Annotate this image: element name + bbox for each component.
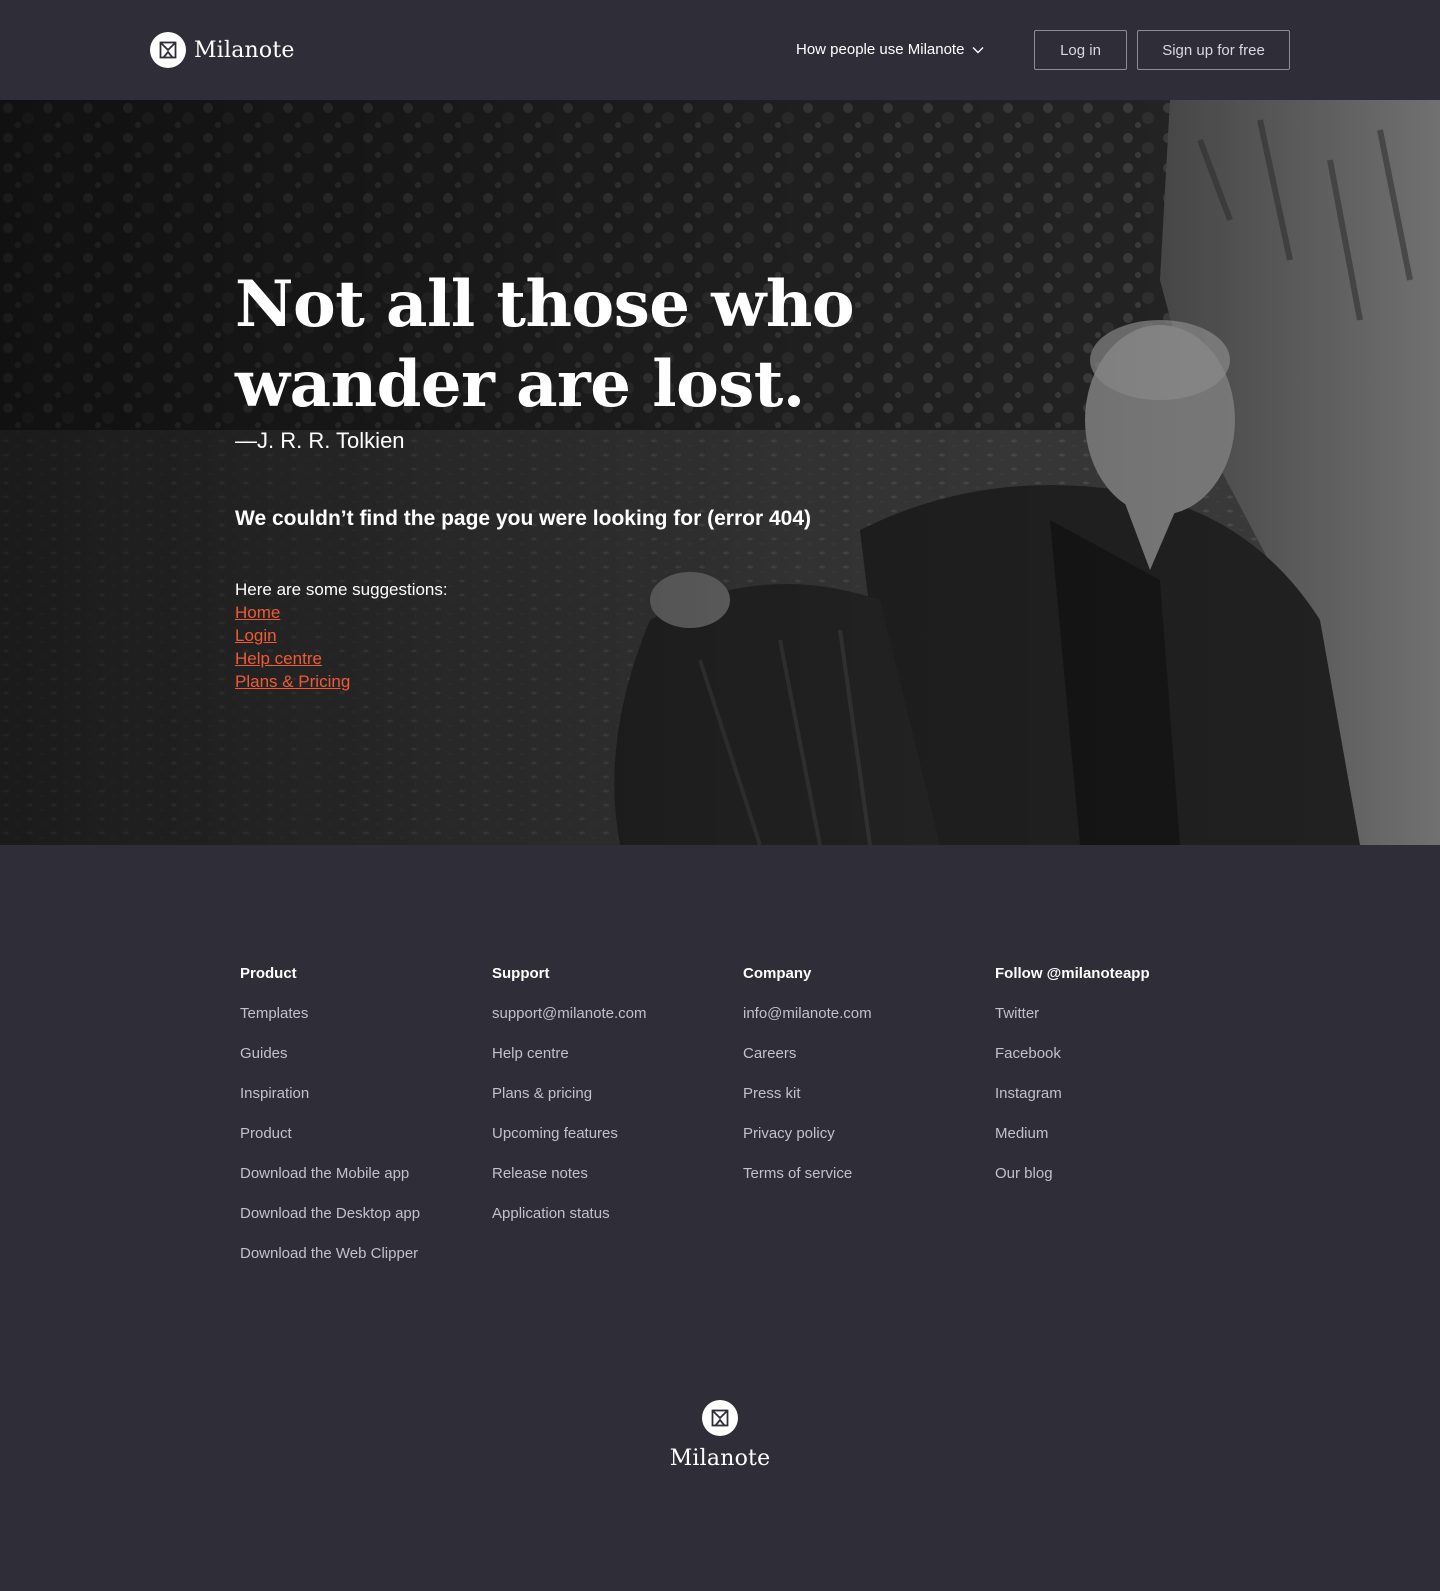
footer-heading: Product: [240, 965, 297, 982]
footer-link[interactable]: Guides: [240, 1044, 480, 1064]
footer-link[interactable]: Facebook: [995, 1044, 1235, 1064]
footer-link[interactable]: Privacy policy: [743, 1124, 983, 1144]
footer-link[interactable]: Instagram: [995, 1084, 1235, 1104]
footer-link[interactable]: support@milanote.com: [492, 1004, 732, 1024]
footer-link[interactable]: Medium: [995, 1124, 1235, 1144]
footer-brand: Milanote: [0, 1400, 1440, 1471]
milanote-logo-icon[interactable]: [702, 1400, 738, 1436]
footer-link[interactable]: Our blog: [995, 1164, 1235, 1184]
footer-link[interactable]: Product: [240, 1124, 480, 1144]
footer-brand-name: Milanote: [669, 1446, 771, 1471]
footer-column-support: Support support@milanote.com Help centre…: [492, 964, 732, 1244]
quote-line-1: Not all those who: [235, 267, 855, 342]
footer-column-company: Company info@milanote.com Careers Press …: [743, 964, 983, 1204]
error-message: We couldn’t find the page you were looki…: [235, 507, 812, 530]
footer-link[interactable]: Application status: [492, 1204, 732, 1224]
how-people-use-dropdown[interactable]: How people use Milanote: [796, 38, 984, 60]
site-header: Milanote How people use Milanote Log in …: [0, 0, 1440, 100]
footer-column-follow: Follow @milanoteapp Twitter Facebook Ins…: [995, 964, 1235, 1204]
brand-logo-link[interactable]: Milanote: [150, 31, 295, 69]
footer-link[interactable]: Download the Web Clipper: [240, 1244, 480, 1264]
footer-link[interactable]: Press kit: [743, 1084, 983, 1104]
footer-link[interactable]: Careers: [743, 1044, 983, 1064]
hero-section: Not all those who wander are lost. —J. R…: [0, 100, 1440, 845]
suggestions-intro: Here are some suggestions:: [235, 580, 448, 599]
footer-link[interactable]: Inspiration: [240, 1084, 480, 1104]
suggestion-link-home[interactable]: Home: [235, 601, 935, 624]
suggestion-link-login[interactable]: Login: [235, 624, 935, 647]
suggestion-link-help-centre[interactable]: Help centre: [235, 647, 935, 670]
footer-link[interactable]: Release notes: [492, 1164, 732, 1184]
milanote-logo-icon: [150, 32, 186, 68]
quote-author: —J. R. R. Tolkien: [235, 428, 405, 453]
footer-link[interactable]: Plans & pricing: [492, 1084, 732, 1104]
quote-line-2: wander are lost.: [235, 347, 805, 422]
footer-link[interactable]: info@milanote.com: [743, 1004, 983, 1024]
hero-content: Not all those who wander are lost. —J. R…: [235, 265, 935, 693]
login-button[interactable]: Log in: [1034, 30, 1127, 70]
footer-column-product: Product Templates Guides Inspiration Pro…: [240, 964, 480, 1284]
footer-link[interactable]: Download the Mobile app: [240, 1164, 480, 1184]
nav-dropdown-label: How people use Milanote: [796, 40, 965, 58]
footer-link[interactable]: Terms of service: [743, 1164, 983, 1184]
brand-name: Milanote: [194, 37, 295, 63]
footer-heading: Company: [743, 965, 812, 982]
footer-link[interactable]: Upcoming features: [492, 1124, 732, 1144]
footer-heading: Support: [492, 965, 550, 982]
footer-heading: Follow @milanoteapp: [995, 965, 1150, 982]
footer-link[interactable]: Help centre: [492, 1044, 732, 1064]
signup-button[interactable]: Sign up for free: [1137, 30, 1290, 70]
chevron-down-icon: [972, 41, 984, 58]
footer-link[interactable]: Twitter: [995, 1004, 1235, 1024]
footer-link[interactable]: Download the Desktop app: [240, 1204, 480, 1224]
quote-heading: Not all those who wander are lost.: [235, 265, 935, 425]
suggestion-link-plans-pricing[interactable]: Plans & Pricing: [235, 670, 935, 693]
footer-link[interactable]: Templates: [240, 1004, 480, 1024]
